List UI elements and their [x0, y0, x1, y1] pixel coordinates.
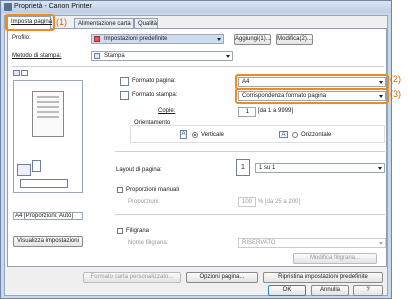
- portrait-icon: A: [180, 130, 187, 139]
- page-size-label: Formato pagina:: [132, 78, 176, 84]
- page-layout-icon: 1: [236, 159, 250, 176]
- dialog-body: Imposta pagina Alimentazione carta Quali…: [4, 14, 389, 296]
- chevron-down-icon: [217, 38, 221, 41]
- copies-icon: [32, 160, 41, 172]
- output-size-label: Formato stampa:: [132, 92, 178, 98]
- chevron-down-icon: [226, 55, 230, 58]
- restore-defaults-button[interactable]: Ripristina impostazioni predefinite: [263, 272, 383, 283]
- copies-stepper[interactable]: 1: [238, 107, 256, 117]
- tab-label: Qualità: [138, 21, 158, 27]
- output-method-select[interactable]: Stampa: [91, 51, 233, 61]
- custom-paper-size-button[interactable]: Formato carta personalizzato...: [83, 272, 181, 283]
- preview-caption: A4 [Proporzioni: Auto]: [13, 212, 83, 220]
- portrait-radio[interactable]: [192, 132, 198, 138]
- page-size-value: A4: [242, 79, 250, 85]
- watermark-select[interactable]: RISERVATO: [238, 238, 386, 248]
- landscape-radio[interactable]: [292, 132, 298, 138]
- page-options-button[interactable]: Opzioni pagina...: [186, 272, 258, 283]
- chevron-down-icon: [378, 167, 382, 170]
- divider: [115, 151, 385, 152]
- page-size-icon: [120, 77, 129, 86]
- watermark-label: Filigrana: [126, 228, 150, 234]
- chevron-down-icon: [379, 242, 383, 245]
- copies-label: Copie:: [158, 108, 176, 114]
- cancel-button[interactable]: Annulla: [311, 285, 349, 296]
- view-settings-button[interactable]: Visualizza impostazioni: [13, 236, 83, 247]
- watermark-name-label: Nome filigrana:: [128, 240, 169, 246]
- page-preview: [13, 80, 83, 193]
- edit-watermark-button[interactable]: Modifica filigrana...: [293, 253, 377, 264]
- profile-value: Impostazioni predefinite: [104, 36, 168, 42]
- page-layout-label: Layout di pagina:: [116, 167, 162, 173]
- manual-scaling-label: Proporzioni manuali: [126, 187, 180, 193]
- manual-scaling-checkbox[interactable]: [117, 187, 123, 193]
- preview-toggle-icon[interactable]: [21, 70, 28, 76]
- add-profile-button[interactable]: Aggiungi(1)...: [234, 34, 271, 45]
- output-size-icon: [120, 91, 129, 100]
- help-button[interactable]: ?: [353, 285, 383, 296]
- callout-1: (1): [56, 17, 67, 27]
- landscape-label: Orizzontale: [301, 132, 332, 138]
- copies-range: [da 1 a 9999]: [258, 108, 294, 114]
- window-title: Proprietà - Canon Printer: [14, 3, 92, 10]
- output-method-label: Metodo di stampa:: [12, 53, 62, 59]
- profile-select[interactable]: Impostazioni predefinite: [91, 34, 224, 44]
- divider: [12, 66, 384, 67]
- scaling-label: Proporzioni:: [128, 199, 161, 205]
- paper-preview: [32, 91, 64, 137]
- printer-icon: [17, 164, 31, 176]
- preview-toggle-icon[interactable]: [13, 70, 20, 76]
- tab-page-setup[interactable]: Imposta pagina: [7, 16, 53, 29]
- profile-icon: [94, 36, 100, 42]
- output-size-select[interactable]: Corrispondenza formato pagina: [238, 91, 386, 101]
- ok-button[interactable]: OK: [268, 285, 306, 296]
- page-layout-select[interactable]: 1 su 1: [255, 163, 385, 173]
- print-icon: [94, 53, 100, 59]
- copies-value: 1: [245, 109, 249, 115]
- page-size-select[interactable]: A4: [238, 77, 386, 87]
- watermark-checkbox[interactable]: [117, 228, 123, 234]
- portrait-label: Verticale: [201, 132, 225, 138]
- watermark-value: RISERVATO: [242, 240, 276, 246]
- properties-window: Proprietà - Canon Printer Imposta pagina…: [0, 0, 392, 299]
- landscape-icon: A: [279, 131, 288, 138]
- scaling-range: % [da 25 a 200]: [258, 199, 301, 205]
- chevron-down-icon: [379, 95, 383, 98]
- title-bar: Proprietà - Canon Printer: [1, 1, 391, 13]
- printer-app-icon: [4, 3, 12, 11]
- page-setup-panel: Profilo: Impostazioni predefinite Aggiun…: [7, 28, 389, 267]
- callout-3: (3): [390, 89, 401, 99]
- scaling-stepper[interactable]: 100: [238, 197, 256, 207]
- scaling-value: 100: [242, 199, 253, 205]
- profile-label: Profilo:: [12, 35, 31, 41]
- chevron-down-icon: [379, 81, 383, 84]
- edit-profile-button[interactable]: Modifica(2)...: [276, 34, 313, 45]
- divider: [115, 214, 385, 215]
- page-layout-value: 1 su 1: [259, 165, 276, 171]
- callout-2: (2): [390, 74, 401, 84]
- output-size-value: Corrispondenza formato pagina: [242, 93, 327, 99]
- orientation-group: [130, 125, 385, 143]
- tab-label: Imposta pagina: [11, 19, 53, 25]
- layout-icons: [20, 179, 68, 188]
- tab-label: Alimentazione carta: [78, 21, 131, 27]
